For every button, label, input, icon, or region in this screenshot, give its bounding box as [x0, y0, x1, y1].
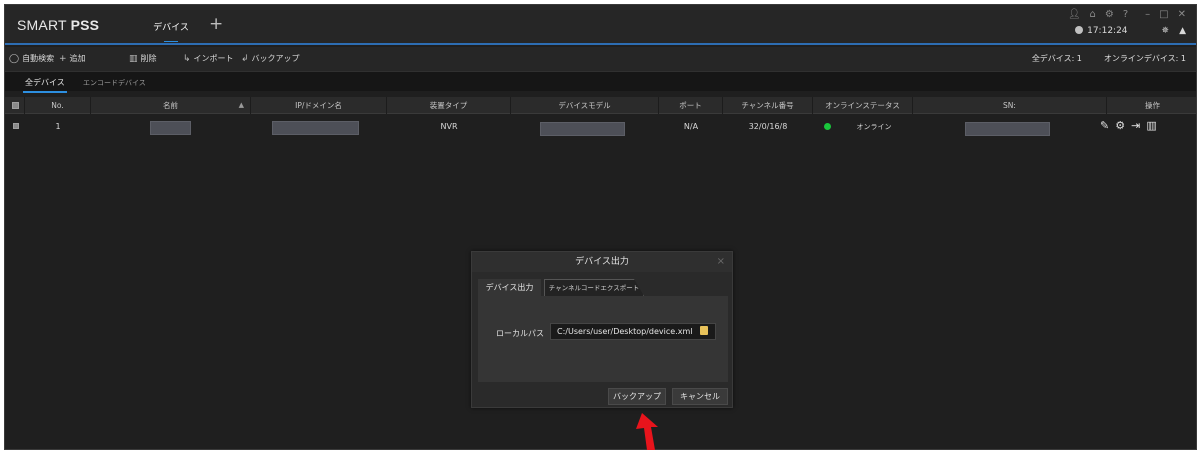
backup-confirm-button[interactable]: バックアップ [608, 388, 666, 405]
dialog-body: ローカルパス C:/Users/user/Desktop/device.xml [478, 296, 728, 382]
import-button[interactable]: ↳ インポート [183, 53, 234, 64]
maximize-icon[interactable]: □ [1159, 9, 1168, 20]
select-all-cell[interactable] [5, 97, 25, 114]
cell-ip-redacted [272, 121, 359, 135]
smart-pss-window: SMART PSS デバイス + 👤︎ ⌂ ⚙ ? – □ ✕ 17:12:24… [4, 4, 1197, 450]
trash-icon[interactable]: ▥ [1146, 119, 1156, 132]
tab-devices-label: デバイス [153, 23, 189, 33]
cell-sn-redacted [965, 122, 1050, 136]
backup-icon: ↲ [241, 54, 249, 64]
user-icon[interactable]: 👤︎ [1068, 9, 1081, 20]
minimize-icon[interactable]: – [1145, 9, 1150, 20]
tab-channel-code-export[interactable]: チャンネルコードエクスポート [544, 279, 644, 296]
tab-active-indicator [164, 41, 178, 45]
col-device-model[interactable]: デバイスモデル [511, 97, 659, 114]
cell-online-status: オンライン [856, 123, 892, 131]
cancel-button[interactable]: キャンセル [672, 388, 728, 405]
backup-button[interactable]: ↲ バックアップ [241, 53, 300, 64]
local-path-input[interactable]: C:/Users/user/Desktop/device.xml [550, 323, 716, 340]
close-icon[interactable]: ✕ [1178, 9, 1186, 20]
cell-device-type: NVR [440, 122, 458, 131]
help-icon[interactable]: ? [1123, 9, 1128, 20]
window-controls: 👤︎ ⌂ ⚙ ? – □ ✕ 17:12:24 ✵ ▲ [1066, 9, 1186, 41]
plus-icon: + [59, 54, 67, 64]
device-toolbar: ◯ 自動検索 + 追加 ▥ 削除 ↳ インポート ↲ バックアップ 全デバイス: 1 オン… [5, 47, 1196, 71]
row-checkbox[interactable] [13, 123, 19, 129]
select-all-checkbox[interactable] [12, 102, 19, 109]
folder-icon[interactable] [700, 326, 708, 335]
lock-icon[interactable]: ⌂ [1090, 9, 1096, 20]
app-logo: SMART PSS [17, 17, 100, 33]
online-devices-count: オンラインデバイス: 1 [1103, 54, 1186, 63]
add-button[interactable]: + 追加 [59, 53, 86, 64]
dialog-close-icon[interactable]: × [717, 252, 725, 272]
local-path-label: ローカルパス [496, 329, 544, 338]
settings-icon[interactable]: ⚙ [1115, 119, 1125, 132]
tab-device-export[interactable]: デバイス出力 [478, 279, 541, 296]
search-icon: ◯ [9, 54, 20, 64]
tab-all-devices[interactable]: 全デバイス [23, 77, 67, 93]
red-arrow-annotation [636, 413, 658, 450]
device-export-dialog: デバイス出力 × デバイス出力 チャンネルコードエクスポート ローカルパス C:… [471, 251, 733, 408]
col-device-type[interactable]: 装置タイプ [387, 97, 511, 114]
settings-icon[interactable]: ⚙ [1105, 9, 1114, 20]
col-no[interactable]: No. [25, 97, 91, 114]
cell-model-redacted [540, 122, 625, 136]
arrow-shape [636, 413, 658, 450]
clock: 17:12:24 [1075, 26, 1128, 36]
cell-no: 1 [55, 122, 61, 131]
brightness-icon[interactable]: ✵ [1162, 26, 1170, 36]
all-devices-count: 全デバイス: 1 [1031, 54, 1082, 63]
clock-icon [1075, 26, 1084, 34]
sort-arrow-icon: ▲ [238, 101, 244, 109]
delete-button[interactable]: ▥ 削除 [129, 53, 157, 64]
col-ip[interactable]: IP/ドメイン名 [251, 97, 387, 114]
col-sn[interactable]: SN: [913, 97, 1107, 114]
tab-devices[interactable]: デバイス [149, 17, 193, 45]
col-channels[interactable]: チャンネル番号 [723, 97, 813, 114]
table-row[interactable]: 1 NVR N/A 32/0/16/8 オンライン ✎ ⚙ ⇥ ▥ [5, 117, 1196, 137]
cell-port: N/A [683, 122, 699, 131]
device-table-header: No. 名前 ▲ IP/ドメイン名 装置タイプ デバイスモデル ポート チャンネル… [5, 97, 1196, 114]
trash-icon: ▥ [129, 54, 138, 64]
tab-encode-devices[interactable]: エンコードデバイス [83, 78, 146, 88]
col-port[interactable]: ポート [659, 97, 723, 114]
dialog-title: デバイス出力 [472, 252, 732, 272]
alarm-icon[interactable]: ▲ [1179, 26, 1186, 36]
col-name[interactable]: 名前 ▲ [91, 97, 251, 114]
edit-icon[interactable]: ✎ [1100, 119, 1109, 132]
device-subtabs: 全デバイス エンコードデバイス [5, 71, 1196, 93]
import-icon: ↳ [183, 54, 191, 64]
device-counts: 全デバイス: 1 オンラインデバイス: 1 [1032, 53, 1186, 64]
row-operations: ✎ ⚙ ⇥ ▥ [1100, 119, 1157, 132]
add-tab-button[interactable]: + [209, 14, 223, 34]
login-icon[interactable]: ⇥ [1131, 119, 1140, 132]
cell-name-redacted [150, 121, 191, 135]
col-operations: 操作 [1145, 101, 1160, 110]
auto-search-button[interactable]: ◯ 自動検索 [9, 53, 54, 64]
cell-channels: 32/0/16/8 [748, 122, 788, 131]
title-bar: SMART PSS デバイス + 👤︎ ⌂ ⚙ ? – □ ✕ 17:12:24… [5, 5, 1196, 45]
col-online-status[interactable]: オンラインステータス [813, 97, 913, 114]
